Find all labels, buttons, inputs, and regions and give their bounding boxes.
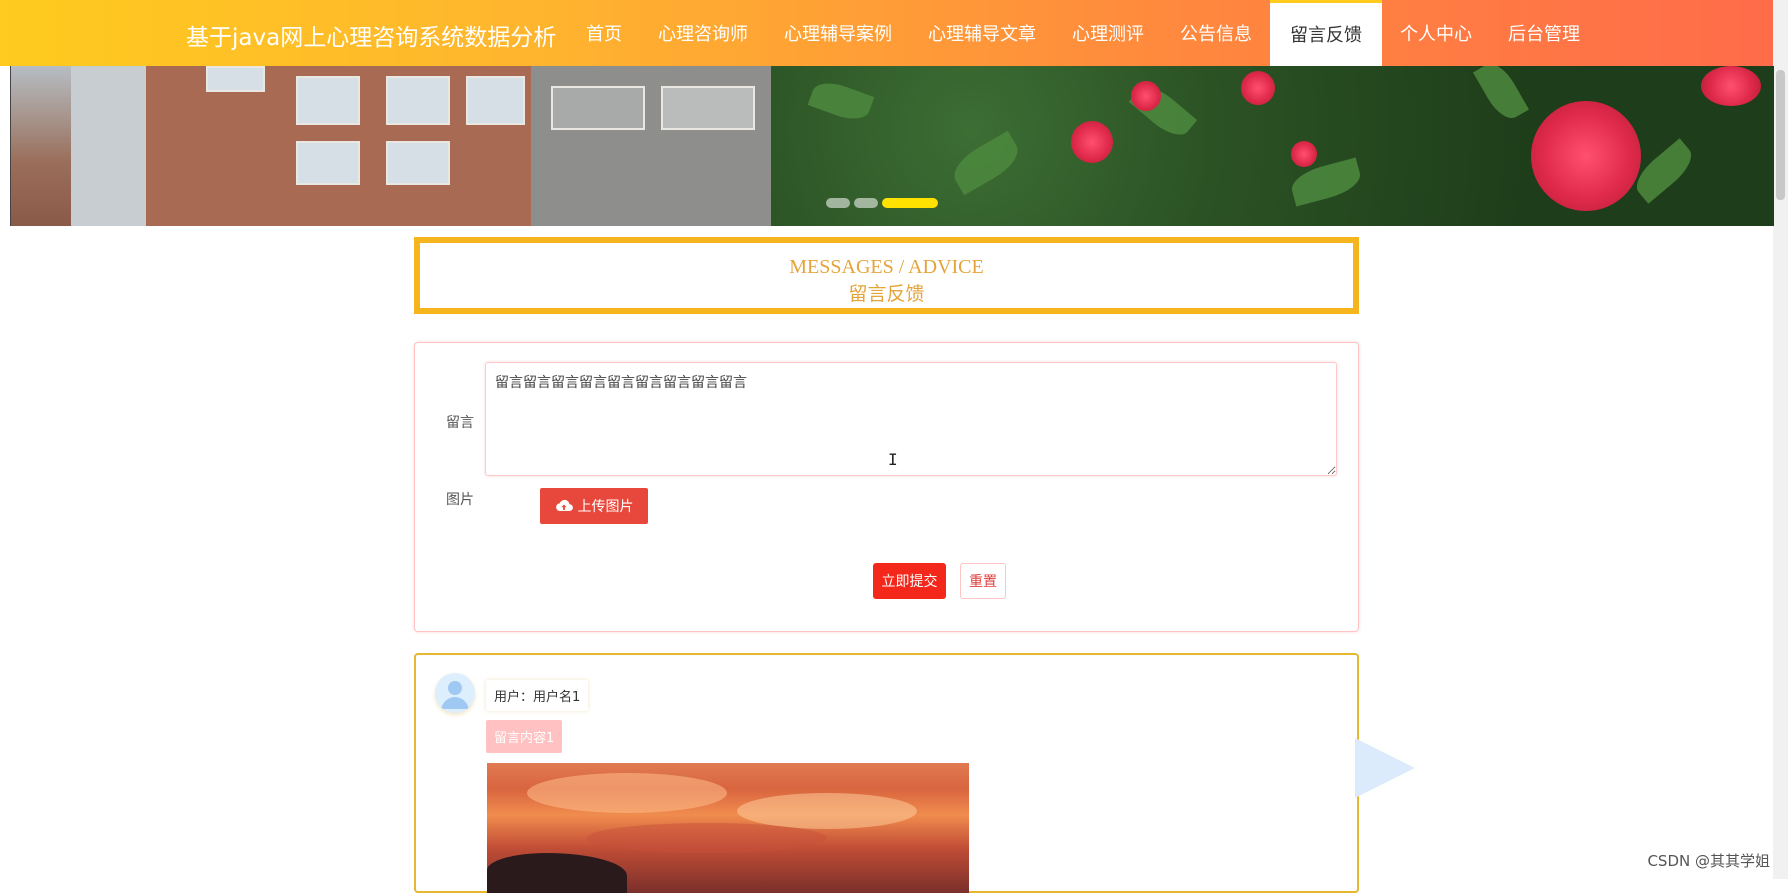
message-user: 用户：用户名1 bbox=[486, 680, 589, 711]
feedback-form: 留言 图片 上传图片 立即提交 重置 bbox=[414, 342, 1359, 632]
text-cursor-icon: I bbox=[888, 450, 898, 469]
message-content: 留言内容1 bbox=[486, 720, 563, 753]
top-navbar: 基于java网上心理咨询系统数据分析 首页 心理咨询师 心理辅导案例 心理辅导文… bbox=[0, 0, 1773, 66]
section-title-cn: 留言反馈 bbox=[848, 283, 925, 305]
section-title-box: MESSAGES / ADVICE 留言反馈 bbox=[414, 237, 1359, 314]
nav-assessment[interactable]: 心理测评 bbox=[1054, 0, 1162, 66]
cloud-upload-icon bbox=[555, 499, 573, 511]
message-item: 用户：用户名1 留言内容1 bbox=[414, 653, 1359, 893]
reset-button[interactable]: 重置 bbox=[960, 563, 1006, 599]
carousel-dot-3[interactable] bbox=[882, 198, 938, 208]
carousel-indicators bbox=[826, 198, 938, 208]
page-scrollbar[interactable] bbox=[1773, 0, 1788, 879]
nav-feedback[interactable]: 留言反馈 bbox=[1270, 0, 1382, 66]
image-label: 图片 bbox=[446, 492, 474, 508]
decorative-arrow-icon bbox=[1355, 738, 1415, 798]
submit-button[interactable]: 立即提交 bbox=[873, 563, 946, 599]
nav-home[interactable]: 首页 bbox=[568, 0, 640, 66]
upload-button-label: 上传图片 bbox=[577, 499, 634, 515]
user-avatar-icon bbox=[435, 673, 475, 713]
main-nav: 首页 心理咨询师 心理辅导案例 心理辅导文章 心理测评 公告信息 留言反馈 个人… bbox=[568, 0, 1598, 66]
nav-announcements[interactable]: 公告信息 bbox=[1162, 0, 1270, 66]
nav-cases[interactable]: 心理辅导案例 bbox=[766, 0, 910, 66]
message-textarea[interactable] bbox=[485, 362, 1337, 476]
nav-counselors[interactable]: 心理咨询师 bbox=[640, 0, 766, 66]
carousel-dot-2[interactable] bbox=[854, 198, 878, 208]
banner-building-photo bbox=[11, 66, 771, 226]
message-image[interactable] bbox=[487, 763, 969, 893]
nav-admin[interactable]: 后台管理 bbox=[1490, 0, 1598, 66]
nav-personal-center[interactable]: 个人中心 bbox=[1382, 0, 1490, 66]
scrollbar-thumb[interactable] bbox=[1776, 70, 1785, 200]
section-title-en: MESSAGES / ADVICE bbox=[789, 256, 984, 278]
site-title[interactable]: 基于java网上心理咨询系统数据分析 bbox=[186, 18, 556, 52]
watermark-text: CSDN @其其学姐 bbox=[1647, 852, 1770, 870]
nav-articles[interactable]: 心理辅导文章 bbox=[910, 0, 1054, 66]
upload-image-button[interactable]: 上传图片 bbox=[540, 488, 648, 524]
message-label: 留言 bbox=[446, 415, 474, 431]
carousel-dot-1[interactable] bbox=[826, 198, 850, 208]
